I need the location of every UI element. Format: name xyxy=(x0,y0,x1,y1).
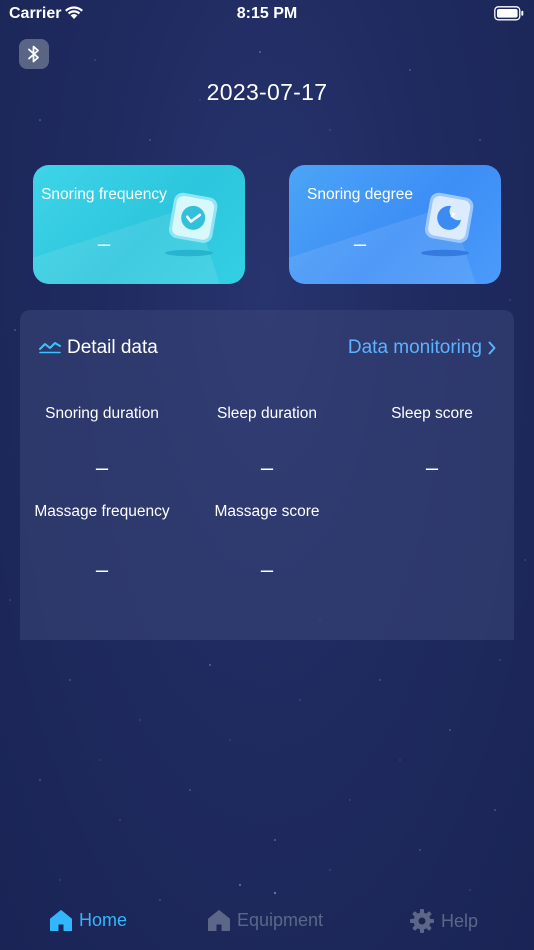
tab-home[interactable]: Home xyxy=(49,908,127,932)
metric-snoring-duration: Snoring duration – xyxy=(22,405,182,481)
card-value: – xyxy=(97,231,111,256)
metric-value: – xyxy=(95,557,109,582)
tab-bar: Home Equipment Help xyxy=(0,896,534,950)
tab-equipment[interactable]: Equipment xyxy=(207,908,323,932)
selected-date[interactable]: 2023-07-17 xyxy=(0,79,534,106)
detail-header: Detail data Data monitoring xyxy=(20,310,514,386)
metric-value: – xyxy=(260,455,274,480)
metric-value: – xyxy=(260,557,274,582)
detail-title: Detail data xyxy=(67,337,158,358)
tab-home-label: Home xyxy=(79,909,128,930)
chevron-right-icon xyxy=(488,341,496,355)
snoring-degree-card[interactable]: Snoring degree – z xyxy=(289,165,501,284)
metric-label: Snoring duration xyxy=(45,405,159,422)
metric-label: Massage frequency xyxy=(34,503,170,520)
detail-data-panel: Detail data Data monitoring Snoring dura… xyxy=(20,310,514,640)
battery-icon xyxy=(494,6,524,26)
check-clock-icon xyxy=(161,191,227,264)
card-label: Snoring degree xyxy=(307,186,413,203)
trend-line-icon xyxy=(39,340,61,359)
data-monitoring-label: Data monitoring xyxy=(347,337,482,358)
data-monitoring-link[interactable]: Data monitoring xyxy=(348,337,496,359)
metric-label: Massage score xyxy=(214,503,320,520)
metric-value: – xyxy=(425,455,439,480)
metric-massage-score: Massage score – xyxy=(187,503,347,583)
snoring-frequency-card[interactable]: Snoring frequency – xyxy=(33,165,245,284)
metric-massage-frequency: Massage frequency – xyxy=(22,503,182,583)
tab-equipment-label: Equipment xyxy=(237,909,324,930)
metric-label: Sleep duration xyxy=(217,405,317,422)
tab-help-label: Help xyxy=(441,910,479,931)
metric-sleep-score: Sleep score – xyxy=(352,405,512,481)
status-time: 8:15 PM xyxy=(236,5,298,22)
tab-help[interactable]: Help xyxy=(409,908,478,934)
equipment-icon xyxy=(208,910,230,931)
metric-sleep-duration: Sleep duration – xyxy=(187,405,347,481)
gear-icon xyxy=(410,909,434,933)
home-icon xyxy=(50,910,72,931)
bluetooth-icon xyxy=(28,45,39,63)
metric-label: Sleep score xyxy=(391,405,473,422)
sleep-moon-icon: z xyxy=(417,191,483,264)
metric-value: – xyxy=(95,455,109,480)
card-value: – xyxy=(353,231,367,256)
bluetooth-button[interactable] xyxy=(19,39,49,69)
status-bar: Carrier 8:15 PM xyxy=(0,0,534,28)
card-label: Snoring frequency xyxy=(41,186,167,203)
